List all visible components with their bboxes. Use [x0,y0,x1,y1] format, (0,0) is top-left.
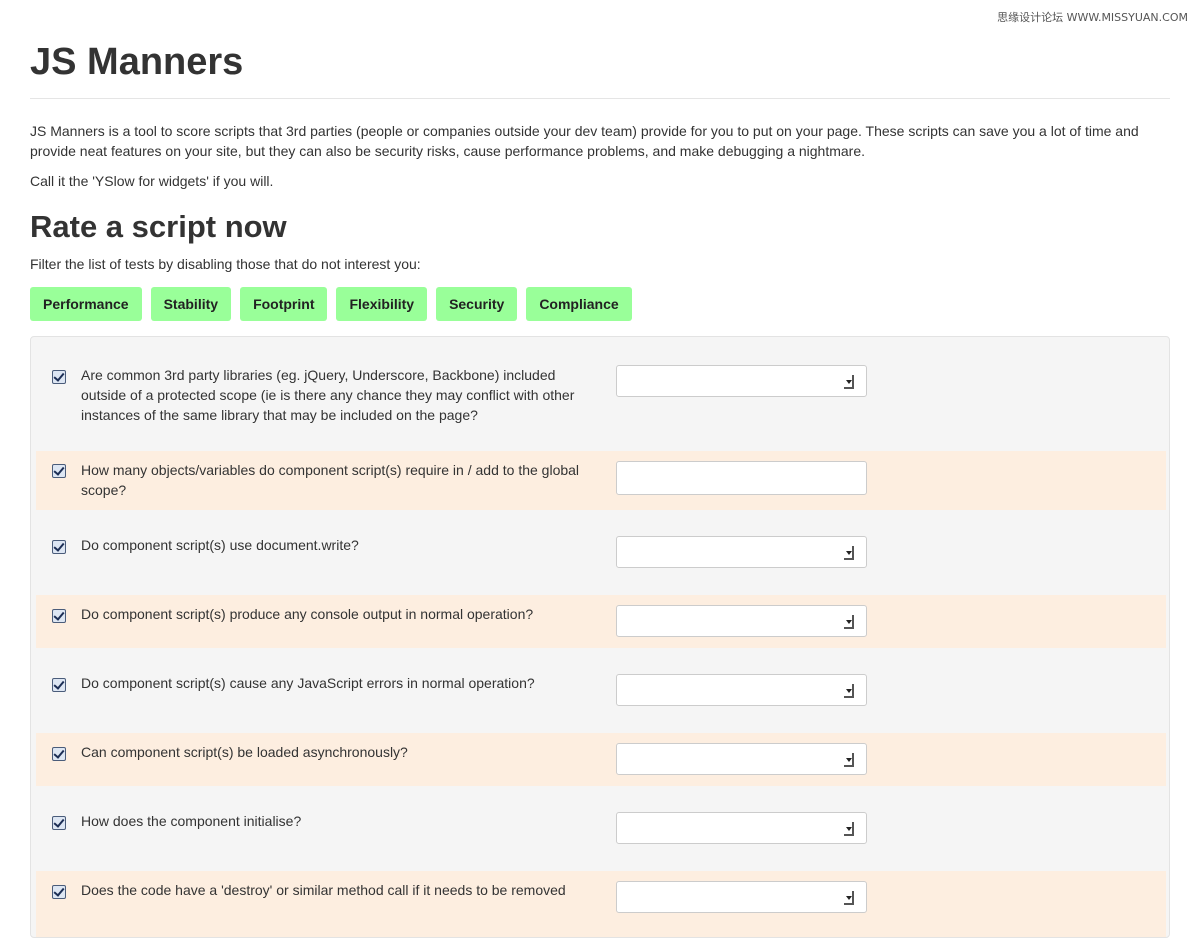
question-select[interactable] [616,605,867,637]
filter-performance-button[interactable]: Performance [30,287,142,321]
question-checkbox[interactable] [52,678,66,692]
questions-panel: Are common 3rd party libraries (eg. jQue… [30,336,1170,938]
question-select[interactable] [616,365,867,397]
question-checkbox[interactable] [52,540,66,554]
question-select[interactable] [616,812,867,844]
dropdown-arrow-icon [844,753,854,767]
filter-label: Filter the list of tests by disabling th… [30,256,421,272]
question-row: Does the code have a 'destroy' or simila… [36,871,1166,937]
question-text: How many objects/variables do component … [81,462,580,498]
question-row: How does the component initialise? [36,786,1166,871]
page-title: JS Manners [30,41,244,83]
question-row: Are common 3rd party libraries (eg. jQue… [36,357,1166,452]
intro-tagline: Call it the 'YSlow for widgets' if you w… [30,173,274,189]
question-checkbox[interactable] [52,609,66,623]
filter-buttons: Performance Stability Footprint Flexibil… [30,287,632,321]
question-row: Do component script(s) use document.writ… [36,510,1166,595]
dropdown-arrow-icon [844,375,854,389]
filter-stability-button[interactable]: Stability [150,287,232,321]
question-text: Does the code have a 'destroy' or simila… [81,882,566,898]
title-divider [30,98,1170,99]
filter-compliance-button[interactable]: Compliance [526,287,632,321]
question-text: Do component script(s) use document.writ… [81,537,359,553]
dropdown-arrow-icon [844,822,854,836]
question-row: Do component script(s) cause any JavaScr… [36,648,1166,733]
question-select[interactable] [616,743,867,775]
question-row: Do component script(s) produce any conso… [36,595,1166,648]
intro-paragraph: JS Manners is a tool to score scripts th… [30,123,1139,159]
question-input[interactable] [616,461,867,495]
question-select[interactable] [616,881,867,913]
dropdown-arrow-icon [844,546,854,560]
question-select[interactable] [616,536,867,568]
filter-flexibility-button[interactable]: Flexibility [336,287,428,321]
filter-footprint-button[interactable]: Footprint [240,287,328,321]
dropdown-arrow-icon [844,891,854,905]
question-checkbox[interactable] [52,885,66,899]
question-checkbox[interactable] [52,370,66,384]
site-watermark: 思缘设计论坛 WWW.MISSYUAN.COM [997,11,1188,24]
filter-security-button[interactable]: Security [436,287,518,321]
question-text: Do component script(s) cause any JavaScr… [81,675,535,691]
question-row: How many objects/variables do component … [36,451,1166,510]
dropdown-arrow-icon [844,615,854,629]
dropdown-arrow-icon [844,684,854,698]
question-checkbox[interactable] [52,816,66,830]
question-text: Do component script(s) produce any conso… [81,606,534,622]
question-row: Can component script(s) be loaded asynch… [36,733,1166,786]
question-checkbox[interactable] [52,464,66,478]
question-text: Can component script(s) be loaded asynch… [81,744,408,760]
rate-heading: Rate a script now [30,209,287,244]
question-select[interactable] [616,674,867,706]
question-text: Are common 3rd party libraries (eg. jQue… [81,367,575,423]
question-text: How does the component initialise? [81,813,302,829]
question-checkbox[interactable] [52,747,66,761]
